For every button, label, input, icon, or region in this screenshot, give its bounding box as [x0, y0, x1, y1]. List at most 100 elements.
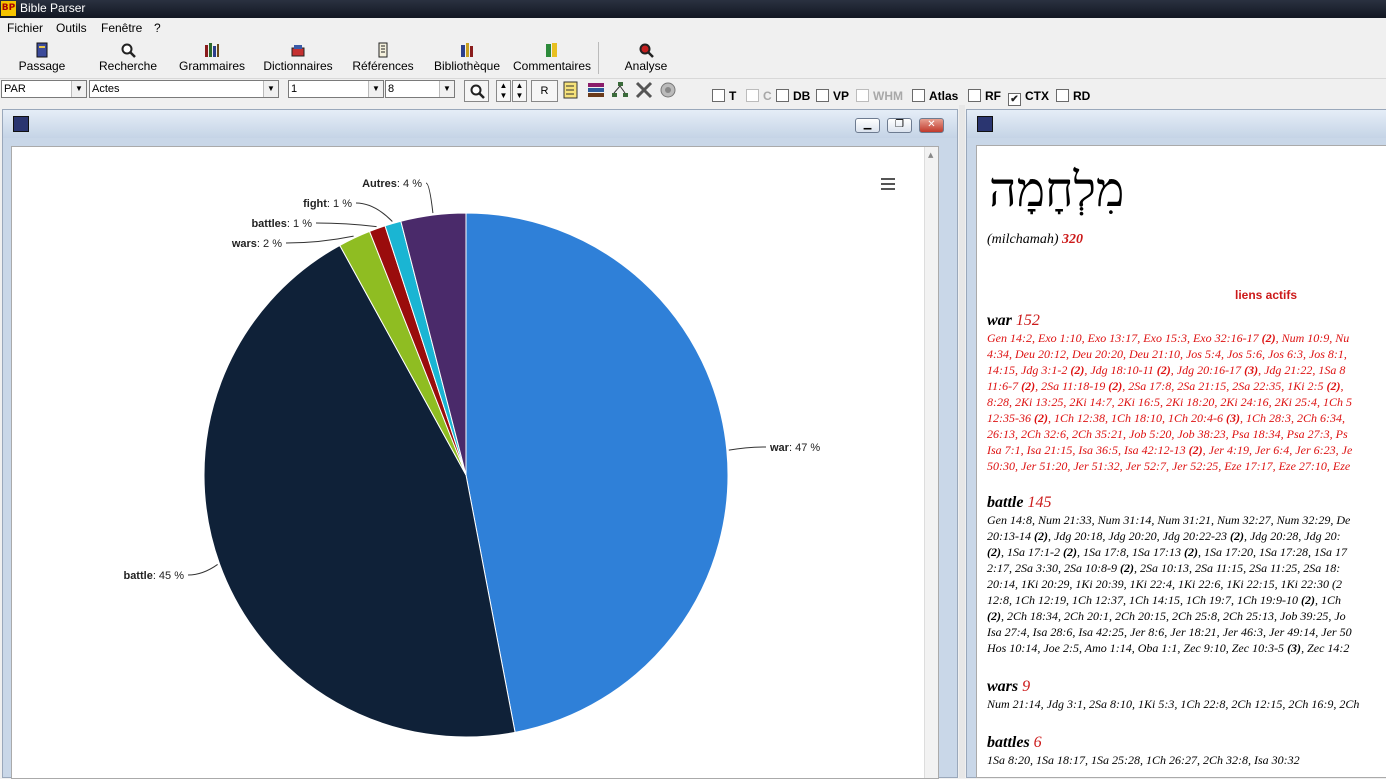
pie-slice-war[interactable]	[465, 212, 729, 733]
tree-icon[interactable]	[609, 80, 631, 102]
book-select[interactable]: Actes ▼	[89, 80, 279, 98]
hamburger-menu-icon[interactable]	[880, 177, 896, 191]
chevron-down-icon[interactable]: ▼	[263, 81, 278, 97]
audio-icon[interactable]	[657, 80, 679, 102]
check-icon[interactable]: ✔	[1008, 93, 1021, 106]
reference-line[interactable]: Isa 27:4, Isa 28:6, Isa 42:25, Jer 8:6, …	[987, 624, 1386, 640]
toolbar-separator	[598, 42, 599, 74]
checkbox-rf[interactable]: RF	[968, 89, 1001, 103]
verse-select[interactable]: 8 ▼	[385, 80, 455, 98]
pie-label-fight: fight: 1 %	[303, 198, 352, 210]
vertical-scrollbar[interactable]: ▲	[924, 147, 938, 778]
checkbox-box[interactable]	[816, 89, 829, 102]
pie-connector-fight	[355, 202, 393, 222]
magnifier-icon	[470, 84, 485, 99]
dictionnaires-button[interactable]: Dictionnaires	[260, 40, 336, 76]
checkbox-c-label: C	[763, 89, 772, 103]
reference-line[interactable]: 20:14, 1Ki 20:29, 1Ki 20:39, 1Ki 22:4, 1…	[987, 576, 1386, 592]
reference-line[interactable]: Hos 10:14, Joe 2:5, Amo 1:14, Oba 1:1, Z…	[987, 640, 1386, 656]
splitter[interactable]	[959, 105, 965, 778]
checkbox-box[interactable]	[912, 89, 925, 102]
usage-count: 152	[1015, 312, 1040, 329]
checkbox-box[interactable]	[1056, 89, 1069, 102]
version-select[interactable]: PAR ▼	[1, 80, 87, 98]
analysis-icon	[639, 43, 654, 58]
checkbox-box[interactable]	[968, 89, 981, 102]
menu-fenetre[interactable]: Fenêtre	[101, 21, 142, 35]
reference-line[interactable]: 11:6-7 (2), 2Sa 11:18-19 (2), 2Sa 17:8, …	[987, 378, 1386, 394]
checkbox-rd[interactable]: RD	[1056, 89, 1090, 103]
checkbox-vp[interactable]: VP	[816, 89, 849, 103]
restore-button[interactable]: ❐	[887, 118, 912, 133]
next-verse-stepper[interactable]: ▲ ▼	[512, 80, 527, 102]
reference-line[interactable]: 1Sa 8:20, 1Sa 18:17, 1Sa 25:28, 1Ch 26:2…	[987, 752, 1386, 768]
book-stack-icon[interactable]	[585, 80, 607, 102]
reference-line[interactable]: 20:13-14 (2), Jdg 20:18, Jdg 20:20, Jdg …	[987, 528, 1386, 544]
reference-line[interactable]: Num 21:14, Jdg 3:1, 2Sa 8:10, 1Ki 5:3, 1…	[987, 696, 1386, 712]
reference-line[interactable]: Gen 14:2, Exo 1:10, Exo 13:17, Exo 15:3,…	[987, 330, 1386, 346]
usage-heading: battles 6	[987, 734, 1386, 752]
usage-section-battles: battles 6 1Sa 8:20, 1Sa 18:17, 1Sa 25:28,…	[987, 734, 1386, 768]
usage-count: 145	[1027, 494, 1052, 511]
active-links-label[interactable]: liens actifs	[1235, 288, 1297, 302]
reference-line[interactable]: 8:28, 2Ki 13:25, 2Ki 14:7, 2Ki 16:5, 2Ki…	[987, 394, 1386, 410]
usage-heading: wars 9	[987, 678, 1386, 696]
checkbox-t[interactable]: T	[712, 89, 736, 103]
reference-line[interactable]: 12:35-36 (2), 1Ch 12:38, 1Ch 18:10, 1Ch …	[987, 410, 1386, 426]
reference-line[interactable]: 14:15, Jdg 3:1-2 (2), Jdg 18:10-11 (2), …	[987, 362, 1386, 378]
pie-connector-wars	[285, 235, 354, 244]
menu-outils[interactable]: Outils	[56, 21, 87, 35]
prev-verse-stepper[interactable]: ▲ ▼	[496, 80, 511, 102]
books-icon	[205, 43, 219, 57]
r-button[interactable]: R	[531, 80, 558, 102]
checkbox-db[interactable]: DB	[776, 89, 810, 103]
chapter-select[interactable]: 1 ▼	[288, 80, 384, 98]
passage-button[interactable]: Passage	[12, 40, 72, 76]
menu-help[interactable]: ?	[154, 21, 161, 35]
checkbox-box[interactable]	[712, 89, 725, 102]
analyse-button[interactable]: Analyse	[614, 40, 678, 76]
pie-label-war: war: 47 %	[769, 442, 820, 454]
checkbox-ctx-label: CTX	[1025, 89, 1049, 103]
commentaires-label: Commentaires	[512, 59, 592, 73]
checkbox-t-label: T	[729, 89, 737, 103]
commentaires-button[interactable]: Commentaires	[510, 40, 594, 76]
usage-section-battle: battle 145 Gen 14:8, Num 21:33, Num 31:14…	[987, 494, 1386, 656]
reference-line[interactable]: (2), 1Sa 17:1-2 (2), 1Sa 17:8, 1Sa 17:13…	[987, 544, 1386, 560]
bibliotheque-button[interactable]: Bibliothèque	[430, 40, 504, 76]
close-button[interactable]: ✕	[919, 118, 944, 133]
checkbox-rd-label: RD	[1073, 89, 1091, 103]
checkbox-ctx[interactable]: ✔ CTX	[1008, 89, 1049, 106]
transliteration: (milchamah) 320	[987, 232, 1083, 248]
menu-fichier[interactable]: Fichier	[7, 21, 43, 35]
reference-line[interactable]: (2), 2Ch 18:34, 2Ch 20:1, 2Ch 20:15, 2Ch…	[987, 608, 1386, 624]
reference-line[interactable]: Gen 14:8, Num 21:33, Num 31:14, Num 31:2…	[987, 512, 1386, 528]
usage-heading: war 152	[987, 312, 1386, 330]
bibliotheque-label: Bibliothèque	[433, 59, 501, 73]
recherche-button[interactable]: Recherche	[92, 40, 164, 76]
scroll-up-icon[interactable]: ▲	[928, 151, 933, 159]
reference-line[interactable]: 50:30, Jer 51:20, Jer 51:32, Jer 52:7, J…	[987, 458, 1386, 474]
usage-section-war: war 152 Gen 14:2, Exo 1:10, Exo 13:17, Ex…	[987, 312, 1386, 474]
reference-line[interactable]: 2:17, 2Sa 3:30, 2Sa 10:8-9 (2), 2Sa 10:1…	[987, 560, 1386, 576]
reference-line[interactable]: 12:8, 1Ch 12:19, 1Ch 12:37, 1Ch 14:15, 1…	[987, 592, 1386, 608]
notes-icon[interactable]	[561, 80, 583, 102]
tools-icon[interactable]	[633, 80, 655, 102]
book-icon	[36, 42, 48, 58]
chevron-down-icon[interactable]: ▼	[368, 81, 383, 97]
chevron-down-icon[interactable]: ▼	[439, 81, 454, 97]
reference-line[interactable]: Isa 7:1, Isa 21:15, Isa 36:5, Isa 42:12-…	[987, 442, 1386, 458]
chart-panel: war: 47 % battle: 45 % wars: 2 % battles: 1…	[11, 146, 939, 779]
checkbox-box[interactable]	[776, 89, 789, 102]
minimize-button[interactable]: ▁	[855, 118, 880, 133]
dictionnaires-label: Dictionnaires	[263, 59, 333, 73]
pie-connector-war	[728, 446, 767, 451]
reference-line[interactable]: 26:13, 2Ch 32:6, 2Ch 35:21, Job 5:20, Jo…	[987, 426, 1386, 442]
references-button[interactable]: Références	[348, 40, 418, 76]
search-passage-button[interactable]	[464, 80, 489, 102]
chevron-down-icon[interactable]: ▼	[71, 81, 86, 97]
grammaires-button[interactable]: Grammaires	[176, 40, 248, 76]
checkbox-atlas[interactable]: Atlas	[912, 89, 958, 103]
usage-word: war	[987, 312, 1016, 329]
reference-line[interactable]: 4:34, Deu 20:12, Deu 20:20, Deu 21:10, J…	[987, 346, 1386, 362]
